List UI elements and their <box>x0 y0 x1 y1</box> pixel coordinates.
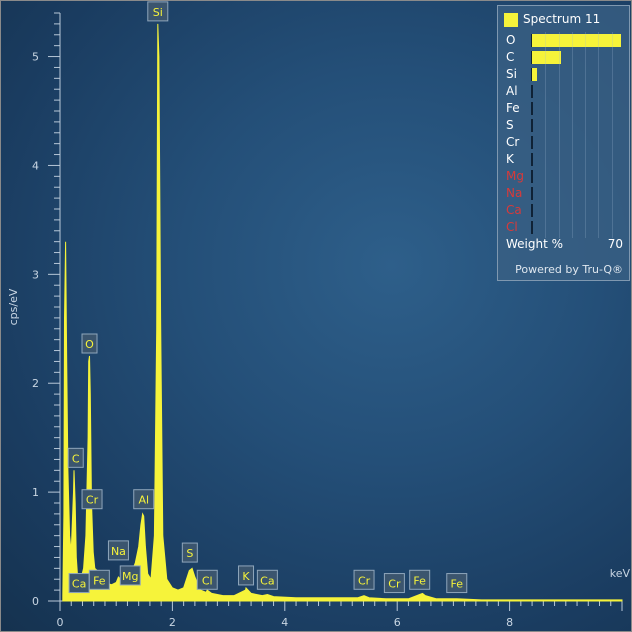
weight-bar-baseline <box>531 187 533 200</box>
powered-by-text: Powered by Tru-Q® <box>515 263 623 276</box>
peak-label-text: Fe <box>413 574 426 587</box>
weight-gridline <box>571 32 573 238</box>
element-label: Ca <box>506 203 522 217</box>
x-tick-label: 6 <box>394 616 401 629</box>
peak-label-text: Ca <box>260 574 274 587</box>
element-label: Na <box>506 186 523 200</box>
peak-label-text: Cr <box>86 494 99 507</box>
x-tick-label: 2 <box>169 616 176 629</box>
peak-label: Fe <box>409 569 431 590</box>
weight-bar-baseline <box>531 221 533 234</box>
weight-axis-label: Weight % <box>506 237 564 251</box>
peak-label-text: Fe <box>451 578 464 591</box>
x-tick-label: 4 <box>281 616 288 629</box>
element-label: Cr <box>506 135 520 149</box>
peak-label: Na <box>107 540 129 561</box>
peak-label: Cl <box>196 569 218 590</box>
series-swatch <box>504 13 518 27</box>
y-tick-label: 0 <box>32 595 39 608</box>
peak-label: Ca <box>256 569 278 590</box>
weight-bar-baseline <box>531 204 533 217</box>
peak-label: Al <box>133 489 155 510</box>
y-tick-label: 3 <box>32 268 39 281</box>
y-tick-label: 5 <box>32 51 39 64</box>
x-tick-label: 8 <box>506 616 513 629</box>
element-label: Fe <box>506 101 520 115</box>
peak-label: Fe <box>88 569 110 590</box>
weight-bar-baseline <box>531 136 533 149</box>
y-tick-label: 1 <box>32 486 39 499</box>
weight-axis-max: 70 <box>607 237 623 251</box>
spectrum-chart: 0 1 2 3 4 5 0 2 4 6 8 keV cps/eV Si O C Cr Al Na Mg Ca Fe S Cl K… <box>0 0 632 632</box>
x-tick-label: 0 <box>57 616 64 629</box>
element-label: Al <box>506 84 518 98</box>
weight-bar <box>532 51 562 64</box>
element-label: C <box>506 50 515 64</box>
weight-bar-baseline <box>531 153 533 166</box>
element-label: K <box>506 152 514 166</box>
peak-label: C <box>67 447 84 468</box>
peak-label: O <box>81 333 98 354</box>
peak-label: Si <box>147 1 169 22</box>
element-label: Si <box>506 67 517 81</box>
element-label: Cl <box>506 220 518 234</box>
peak-label-text: Cr <box>388 578 401 591</box>
legend-title: Spectrum 11 <box>523 12 601 26</box>
peak-label-text: Si <box>153 6 163 19</box>
weight-bar-baseline <box>531 85 533 98</box>
legend-panel: Spectrum 11 O C Si Al Fe S Cr K Mg Na Ca Cl Weight … <box>497 5 630 281</box>
peak-label-text: O <box>85 338 94 351</box>
weight-bar-baseline <box>531 170 533 183</box>
peak-label: Ca <box>68 573 90 594</box>
weight-gridline <box>545 32 547 238</box>
peak-label: Mg <box>119 565 141 586</box>
peak-label-text: K <box>242 570 250 583</box>
peak-label-text: C <box>72 452 80 465</box>
peak-label: Cr <box>81 489 103 510</box>
peak-label-text: Cl <box>202 574 213 587</box>
y-tick-label: 4 <box>32 159 39 172</box>
peak-label: Cr <box>383 573 405 594</box>
peak-label-text: Cr <box>358 574 371 587</box>
peak-label-text: Mg <box>122 570 138 583</box>
x-unit-label: keV <box>610 567 631 580</box>
weight-bar-baseline <box>531 102 533 115</box>
y-tick-label: 2 <box>32 377 39 390</box>
peak-label: S <box>181 542 198 563</box>
peak-label-text: Al <box>138 494 149 507</box>
element-label: Mg <box>506 169 524 183</box>
weight-bar-baseline <box>531 119 533 132</box>
peak-label-text: Fe <box>93 574 106 587</box>
peak-label-text: S <box>186 547 193 560</box>
peak-label-text: Ca <box>72 578 86 591</box>
weight-gridline <box>611 32 613 238</box>
weight-gridline <box>598 32 600 238</box>
y-axis-label: cps/eV <box>7 288 20 325</box>
peak-label-text: Na <box>111 545 126 558</box>
peak-label: Fe <box>446 573 468 594</box>
element-label: O <box>506 33 516 47</box>
peak-label: K <box>238 565 255 586</box>
peak-label: Cr <box>353 569 375 590</box>
weight-gridline <box>585 32 587 238</box>
weight-gridline <box>558 32 560 238</box>
element-label: S <box>506 118 514 132</box>
weight-bar <box>532 68 537 81</box>
